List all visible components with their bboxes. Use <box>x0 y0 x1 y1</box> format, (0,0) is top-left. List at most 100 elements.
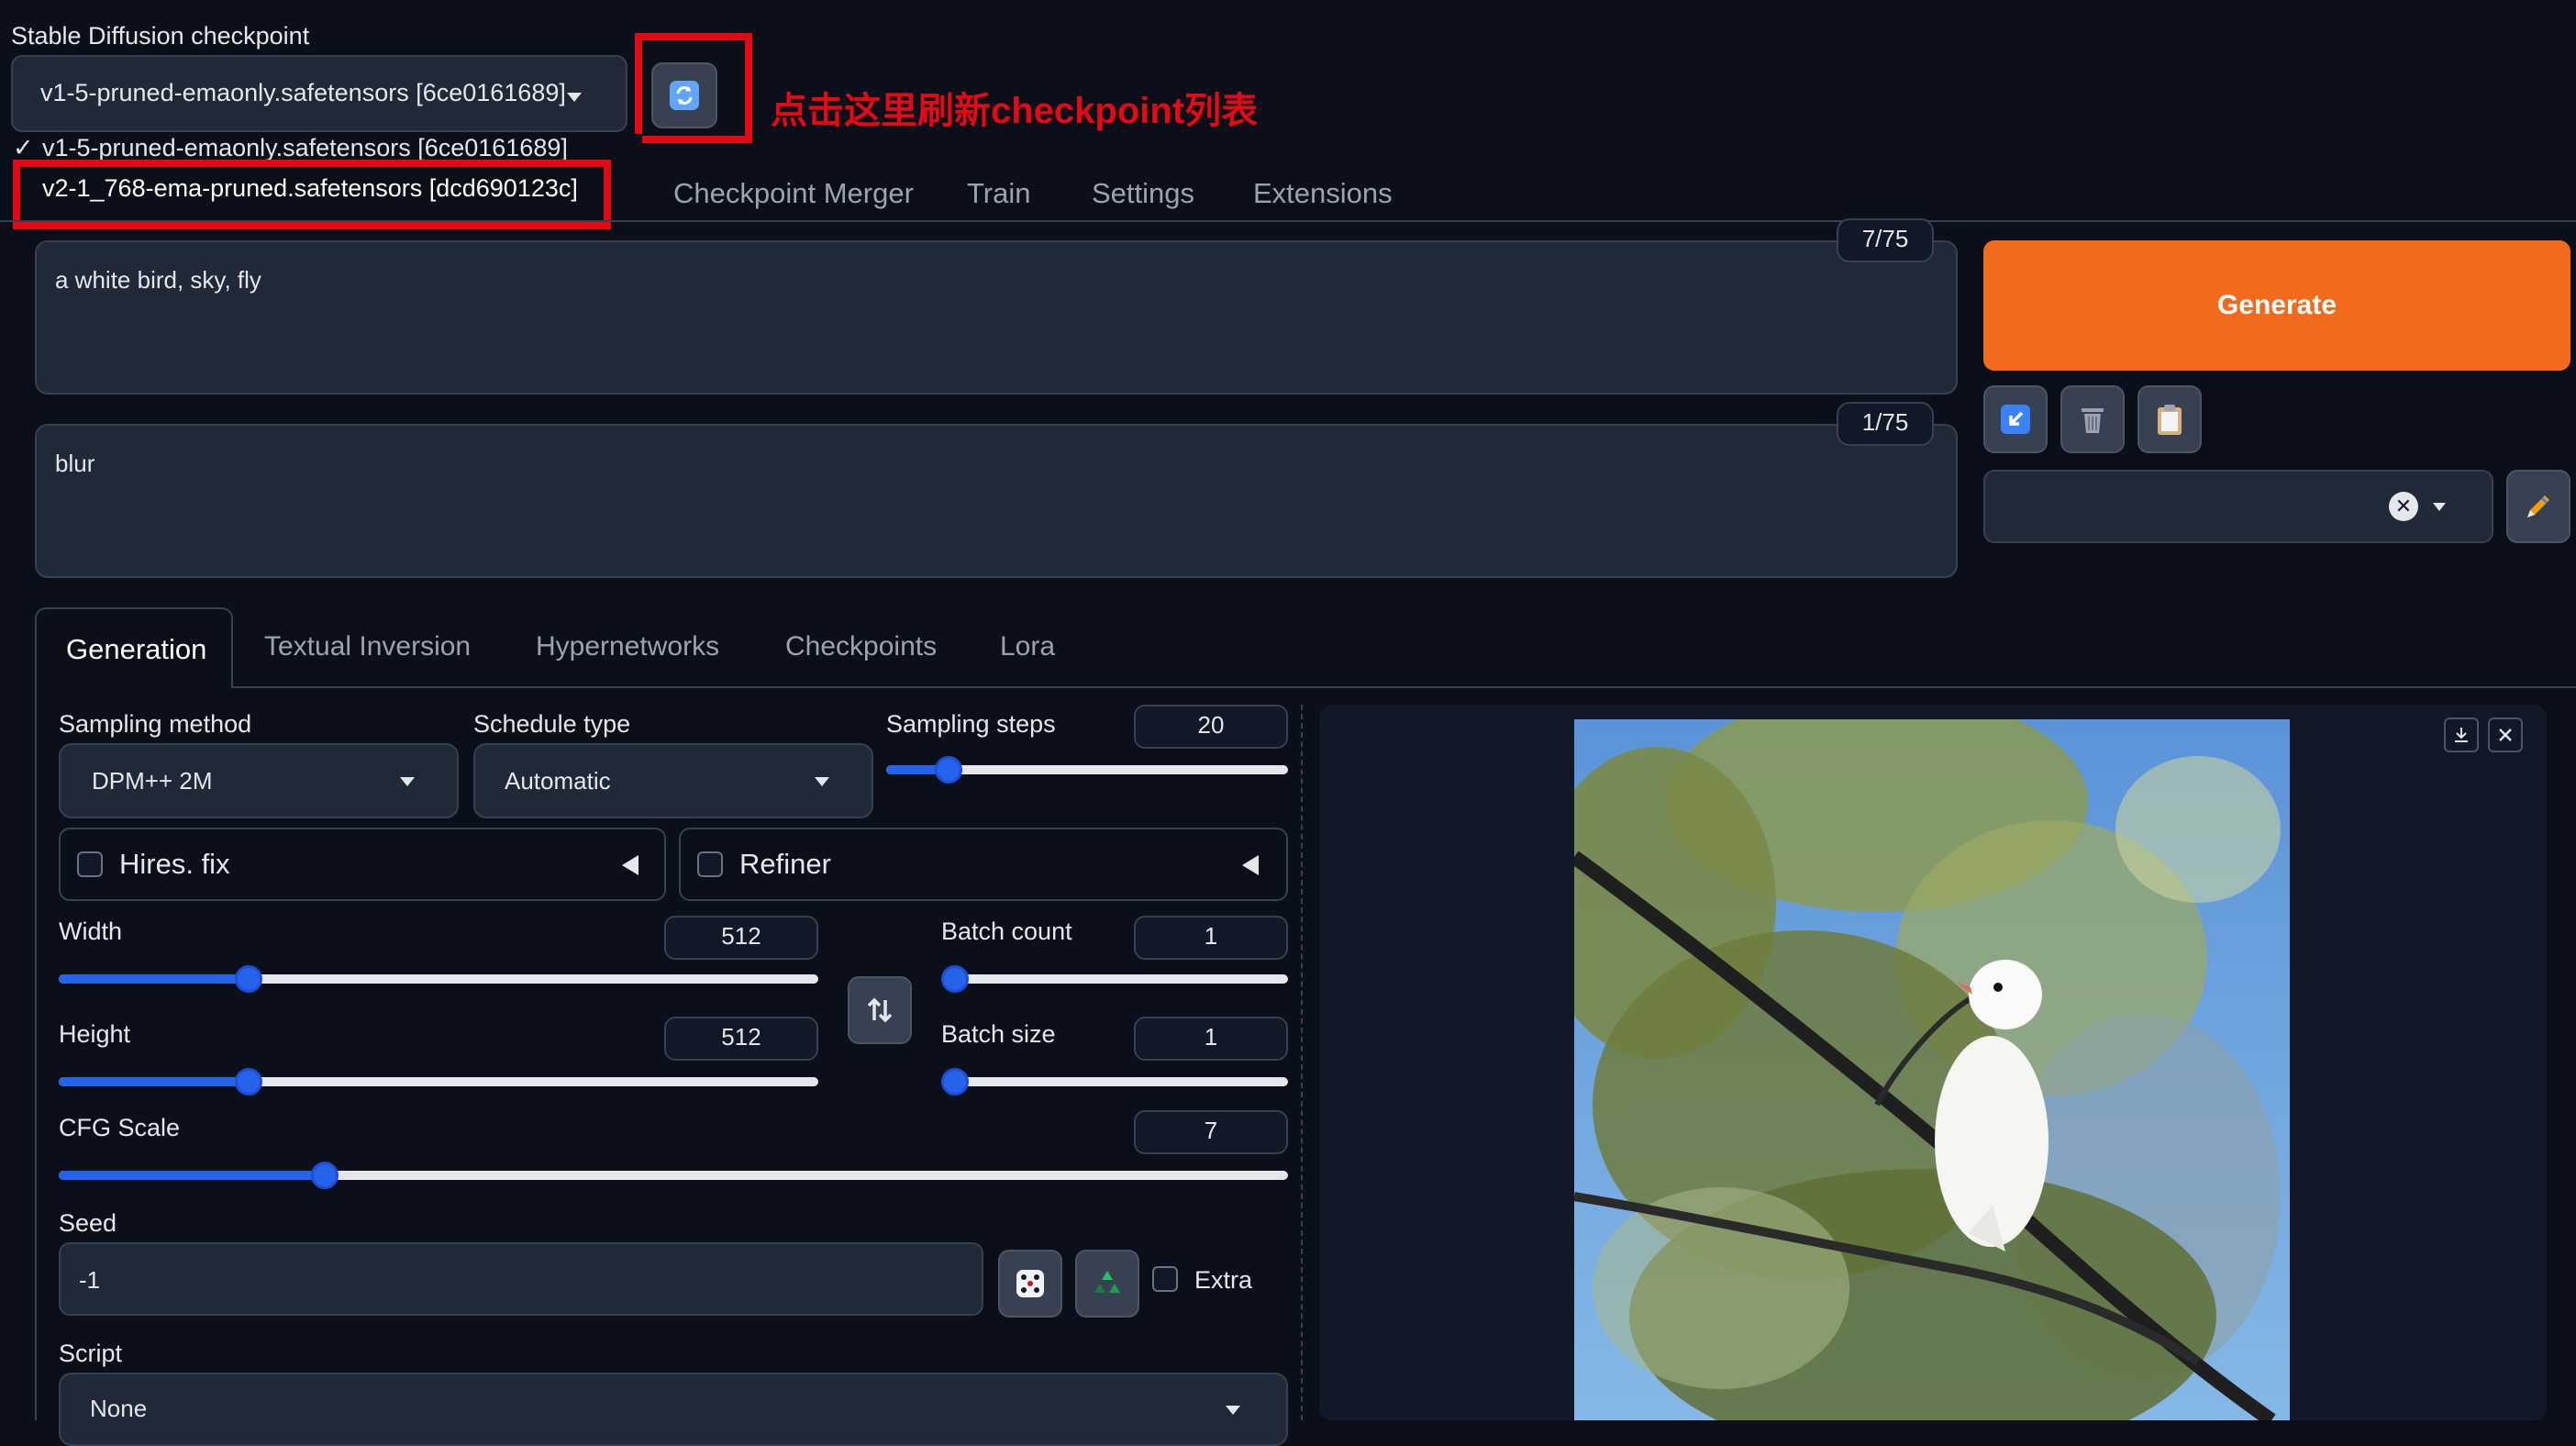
prompt-textarea[interactable]: a white bird, sky, fly <box>35 240 1958 395</box>
refresh-annotation: 点击这里刷新checkpoint列表 <box>771 91 1259 131</box>
script-value: None <box>90 1395 148 1422</box>
clipboard-icon <box>2158 405 2182 435</box>
hires-fix-checkbox[interactable] <box>77 851 103 877</box>
recycle-icon <box>1094 1271 1120 1293</box>
prompt-text: a white bird, sky, fly <box>55 266 261 294</box>
cfg-scale-slider[interactable] <box>59 1162 1288 1189</box>
column-divider <box>1301 705 1303 1420</box>
slider-thumb[interactable] <box>941 1068 969 1096</box>
slider-track <box>941 1077 1288 1086</box>
checkpoint-label: Stable Diffusion checkpoint <box>11 22 310 50</box>
collapse-arrow-icon <box>1242 855 1259 875</box>
slider-thumb[interactable] <box>311 1162 339 1189</box>
hires-fix-label: Hires. fix <box>119 848 230 880</box>
chevron-down-icon <box>567 93 582 102</box>
width-label: Width <box>59 918 123 945</box>
chevron-down-icon <box>2433 503 2446 511</box>
slider-track <box>941 974 1288 984</box>
cfg-scale-input[interactable]: 7 <box>1134 1110 1288 1154</box>
reuse-seed-button[interactable] <box>1075 1250 1139 1318</box>
prompt-token-counter: 7/75 <box>1837 218 1934 262</box>
seed-value: -1 <box>79 1266 101 1294</box>
slider-fill <box>59 974 249 984</box>
checkpoint-select[interactable]: v1-5-pruned-emaonly.safetensors [6ce0161… <box>11 55 627 132</box>
arrow-down-left-icon <box>2001 405 2030 434</box>
swap-vertical-icon <box>867 997 893 1023</box>
batch-size-slider[interactable] <box>941 1068 1288 1096</box>
close-icon[interactable]: ✕ <box>2389 492 2418 521</box>
refresh-checkpoint-button[interactable] <box>651 62 717 128</box>
chevron-down-icon <box>815 777 829 786</box>
sampling-method-select[interactable]: DPM++ 2M <box>59 743 459 818</box>
schedule-type-value: Automatic <box>505 767 611 795</box>
schedule-type-select[interactable]: Automatic <box>473 743 873 818</box>
close-icon <box>2499 729 2512 741</box>
checkmark-icon: ✓ <box>13 134 34 161</box>
slider-fill <box>59 1171 325 1180</box>
batch-size-input[interactable]: 1 <box>1134 1017 1288 1061</box>
width-input[interactable]: 512 <box>664 916 818 960</box>
slider-thumb[interactable] <box>941 965 969 993</box>
tab-hypernetworks[interactable]: Hypernetworks <box>536 631 719 662</box>
download-icon <box>2455 728 2468 742</box>
generate-button[interactable]: Generate <box>1983 240 2570 371</box>
negative-prompt-text: blur <box>55 450 95 477</box>
script-label: Script <box>59 1340 123 1367</box>
tab-train[interactable]: Train <box>967 177 1030 210</box>
sampling-method-value: DPM++ 2M <box>92 767 213 795</box>
subtab-divider <box>233 686 2576 688</box>
close-preview-button[interactable] <box>2488 717 2523 752</box>
slider-thumb[interactable] <box>935 756 962 784</box>
tab-lora[interactable]: Lora <box>1000 631 1055 662</box>
paste-style-button[interactable] <box>2137 385 2202 453</box>
pencil-icon <box>2527 495 2549 517</box>
chevron-down-icon <box>400 777 415 786</box>
swap-dimensions-button[interactable] <box>848 976 912 1044</box>
extra-seed-checkbox[interactable] <box>1152 1266 1178 1292</box>
checkpoint-option-label: v1-5-pruned-emaonly.safetensors [6ce0161… <box>42 134 568 161</box>
dice-icon <box>1016 1270 1044 1297</box>
sampling-method-label: Sampling method <box>59 710 252 738</box>
tab-checkpoint-merger[interactable]: Checkpoint Merger <box>673 177 914 210</box>
styles-select[interactable]: ✕ <box>1983 470 2493 543</box>
batch-count-input[interactable]: 1 <box>1134 916 1288 960</box>
slider-thumb[interactable] <box>235 965 262 993</box>
read-params-button[interactable] <box>1983 385 2048 453</box>
panel-border <box>35 686 37 1420</box>
refiner-accordion[interactable]: Refiner <box>679 828 1288 901</box>
download-button[interactable] <box>2444 717 2479 752</box>
refresh-icon <box>670 81 699 110</box>
generated-image[interactable] <box>1574 719 2290 1420</box>
height-input[interactable]: 512 <box>664 1017 818 1061</box>
negative-prompt-textarea[interactable]: blur <box>35 424 1958 578</box>
checkpoint-selected-value: v1-5-pruned-emaonly.safetensors [6ce0161… <box>40 79 566 106</box>
seed-label: Seed <box>59 1209 117 1237</box>
seed-input[interactable]: -1 <box>59 1242 983 1316</box>
edit-styles-button[interactable] <box>2506 470 2570 543</box>
bird-image <box>1574 719 2290 1420</box>
random-seed-button[interactable] <box>998 1250 1062 1318</box>
batch-count-slider[interactable] <box>941 965 1288 993</box>
tab-extensions[interactable]: Extensions <box>1253 177 1393 210</box>
slider-thumb[interactable] <box>235 1068 262 1096</box>
hires-fix-accordion[interactable]: Hires. fix <box>59 828 666 901</box>
batch-count-label: Batch count <box>941 918 1072 945</box>
tab-textual-inversion[interactable]: Textual Inversion <box>264 631 471 662</box>
tab-divider <box>0 220 2576 222</box>
tab-settings[interactable]: Settings <box>1092 177 1194 210</box>
refiner-checkbox[interactable] <box>697 851 723 877</box>
option-highlight-box <box>13 160 611 229</box>
chevron-down-icon <box>1226 1406 1240 1415</box>
negative-prompt-token-counter: 1/75 <box>1837 402 1934 446</box>
clear-prompt-button[interactable] <box>2060 385 2125 453</box>
script-select[interactable]: None <box>59 1373 1288 1446</box>
sampling-steps-slider[interactable] <box>886 756 1288 784</box>
tab-checkpoints[interactable]: Checkpoints <box>785 631 937 662</box>
height-slider[interactable] <box>59 1068 818 1096</box>
sampling-steps-input[interactable]: 20 <box>1134 705 1288 749</box>
height-label: Height <box>59 1020 131 1048</box>
width-slider[interactable] <box>59 965 818 993</box>
tab-generation[interactable]: Generation <box>35 607 233 688</box>
extra-seed-label: Extra <box>1194 1266 1253 1294</box>
sampling-steps-label: Sampling steps <box>886 710 1056 738</box>
